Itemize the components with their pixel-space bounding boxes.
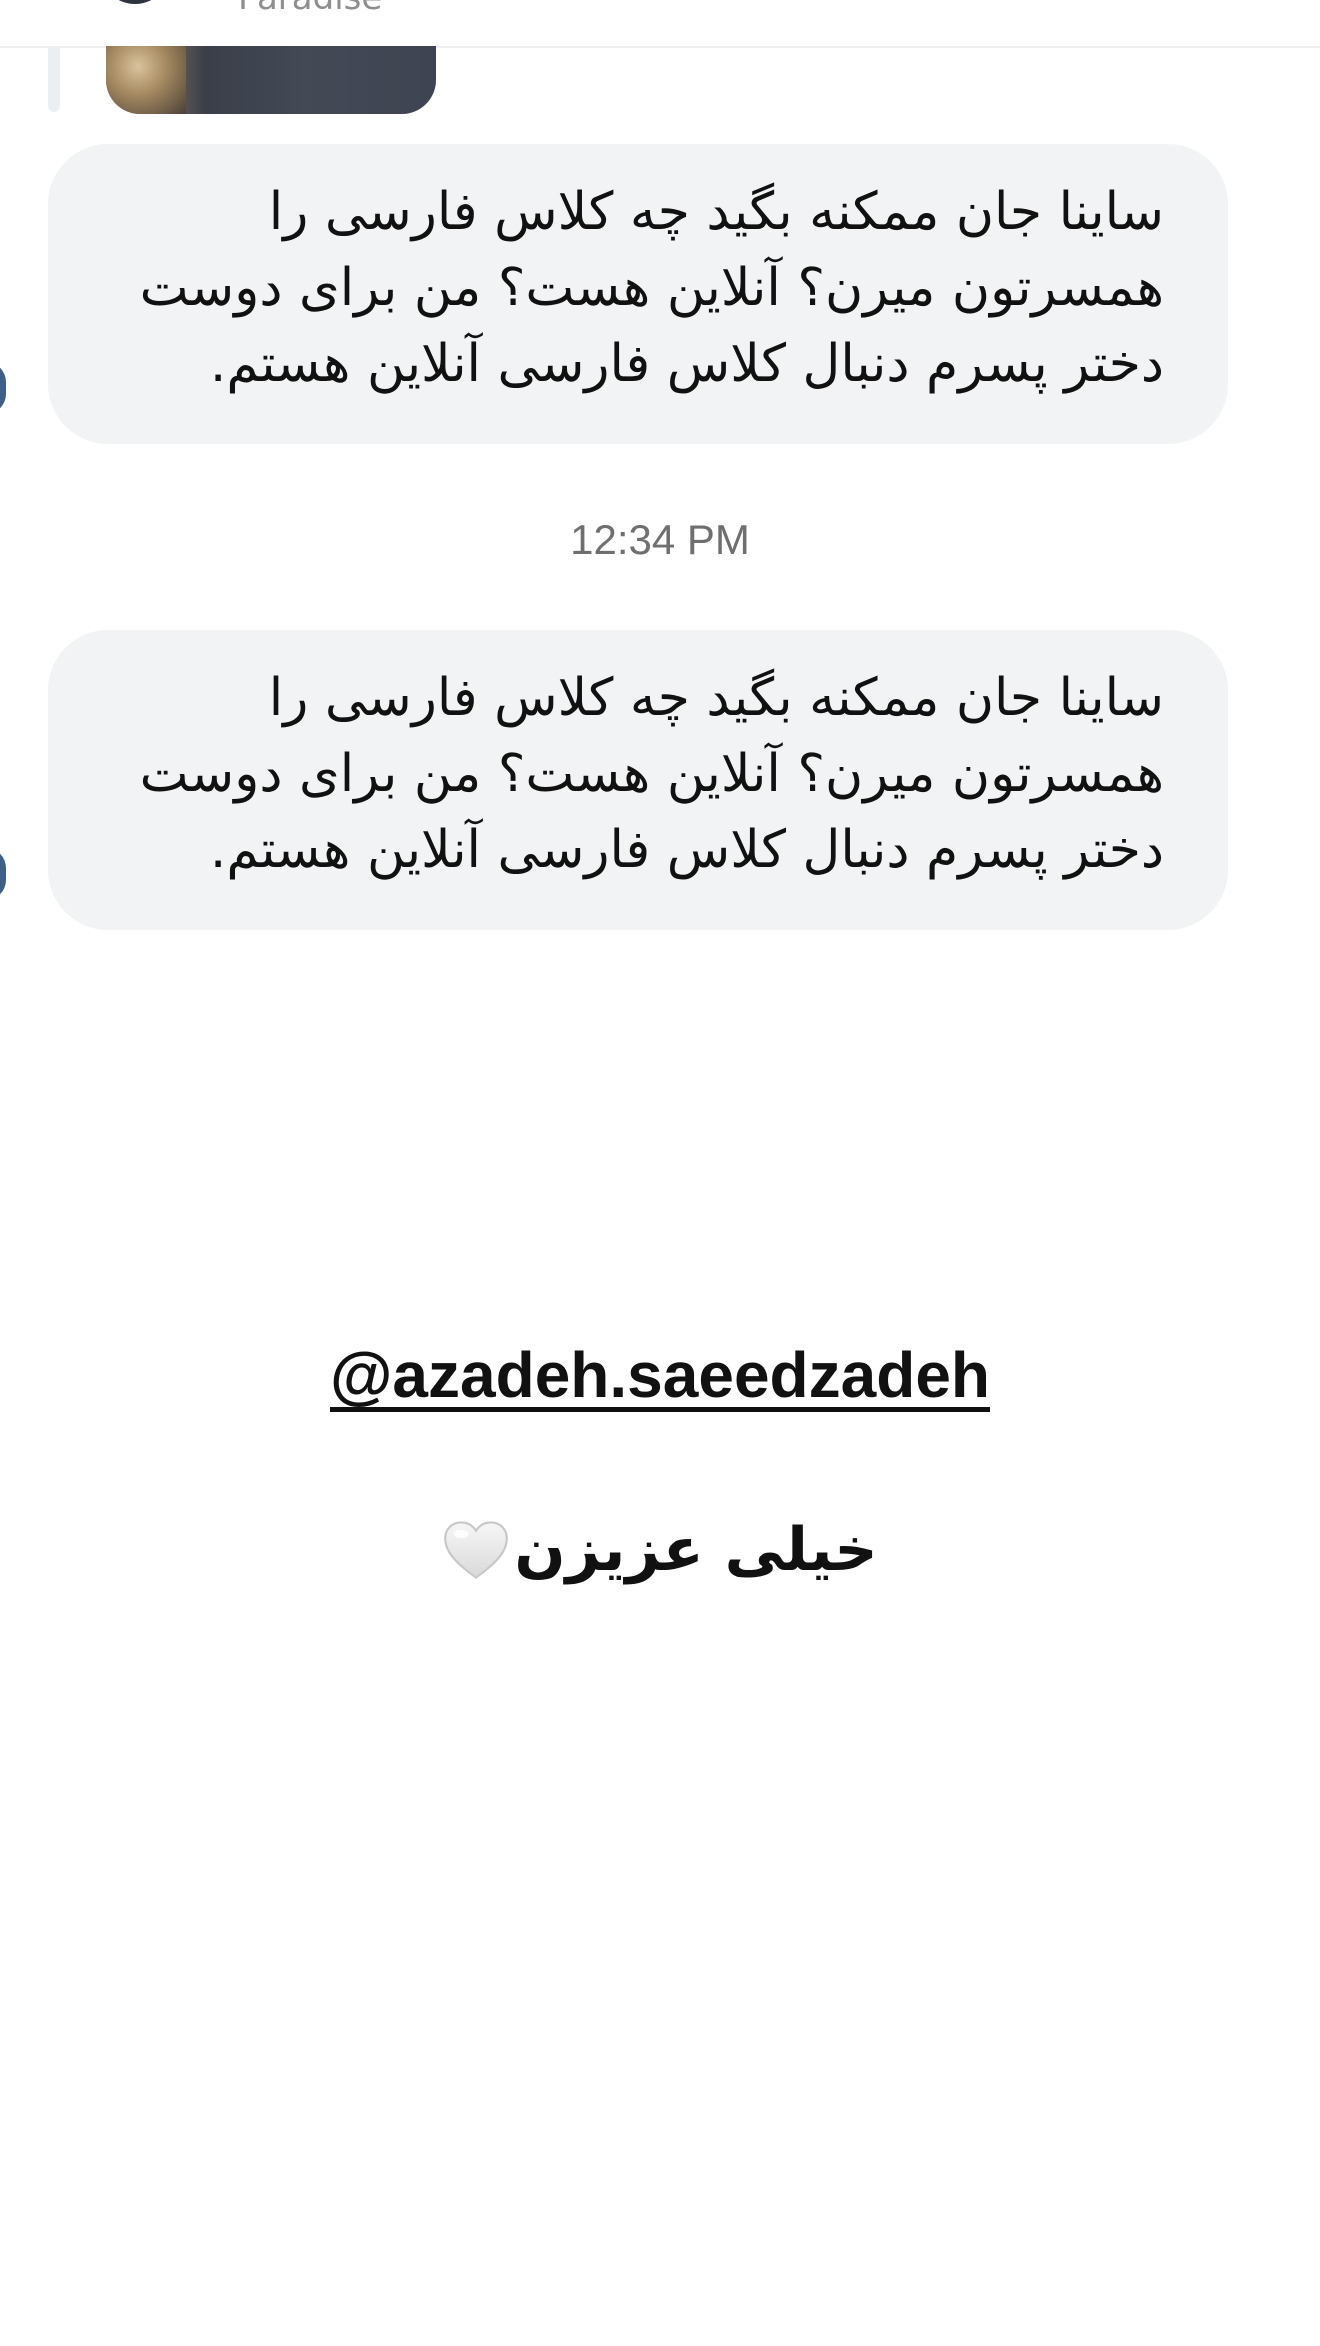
chat-header: Paradise xyxy=(0,0,1320,48)
photo-detail xyxy=(106,46,186,114)
reply-indicator-line xyxy=(48,48,60,112)
mention-link[interactable]: @azadeh.saeedzadeh xyxy=(330,1338,990,1412)
message-bubble[interactable]: ساینا جان ممکنه بگید چه کلاس فارسی را هم… xyxy=(48,144,1228,444)
sender-avatar[interactable] xyxy=(0,848,6,900)
mention-sticker: @azadeh.saeedzadeh xyxy=(0,1338,1320,1412)
story-caption: خیلی عزیزن xyxy=(0,1515,1320,1585)
message-text: ساینا جان ممکنه بگید چه کلاس فارسی را هم… xyxy=(139,182,1164,394)
message-timestamp: 12:34 PM xyxy=(570,516,750,563)
header-name[interactable]: Paradise xyxy=(238,0,382,18)
caption-row: خیلی عزیزن xyxy=(442,1515,878,1585)
sender-avatar[interactable] xyxy=(0,362,6,414)
shared-photo-thumbnail[interactable] xyxy=(106,46,436,114)
caption-text: خیلی عزیزن xyxy=(514,1515,878,1585)
message-bubble[interactable]: ساینا جان ممکنه بگید چه کلاس فارسی را هم… xyxy=(48,630,1228,930)
header-avatar[interactable] xyxy=(100,0,170,4)
message-text: ساینا جان ممکنه بگید چه کلاس فارسی را هم… xyxy=(139,668,1164,880)
white-heart-icon xyxy=(444,1521,509,1579)
